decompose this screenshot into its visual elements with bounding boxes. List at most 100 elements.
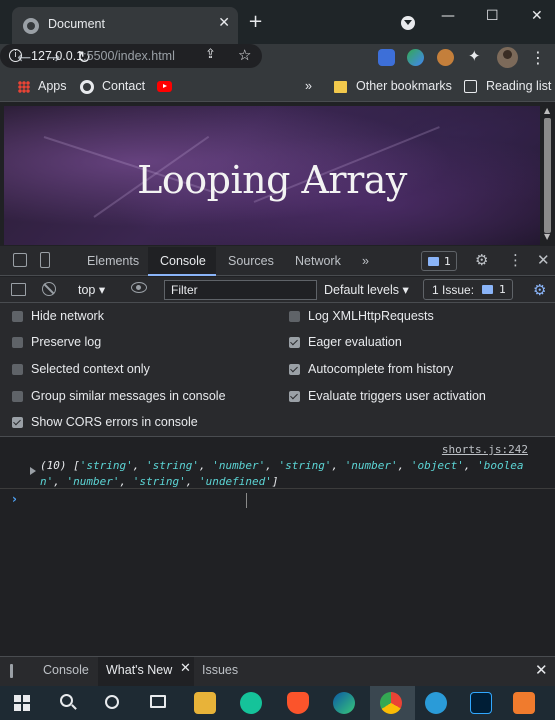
message-count: 1 <box>444 255 451 268</box>
address-bar[interactable]: i 127.0.0.1:5500/index.html ⇪ ☆ <box>0 44 262 68</box>
clear-console-icon[interactable] <box>42 282 56 296</box>
page-scrollbar[interactable]: ▲ ▼ <box>540 106 555 245</box>
hide-network-checkbox[interactable] <box>12 311 23 322</box>
drawer-tab-console[interactable]: Console <box>43 663 89 677</box>
youtube-icon[interactable] <box>157 81 172 92</box>
show-cors-checkbox[interactable] <box>12 417 23 428</box>
group-similar-label: Group similar messages in console <box>31 389 226 403</box>
tab-title: Document <box>48 17 105 31</box>
eager-evaluation-checkbox[interactable] <box>289 337 300 348</box>
tab-elements[interactable]: Elements <box>87 254 139 268</box>
array-item: 'string' <box>79 459 133 472</box>
message-icon <box>428 257 439 266</box>
drawer-close-icon[interactable]: ✕ <box>535 661 548 679</box>
autocomplete-history-checkbox[interactable] <box>289 364 300 375</box>
globe-icon <box>23 18 39 34</box>
issues-button[interactable]: 1 Issue: 1 <box>423 279 513 300</box>
extension-b-icon[interactable] <box>378 49 395 66</box>
devtools-close-icon[interactable]: ✕ <box>537 251 550 269</box>
device-toolbar-icon[interactable] <box>40 252 50 268</box>
bookmarks-overflow[interactable]: » <box>305 79 312 93</box>
bookmark-star-icon[interactable]: ☆ <box>238 46 251 64</box>
app-icon[interactable] <box>513 692 535 714</box>
devtools-tab-bar <box>0 246 555 276</box>
cookie-extension-icon[interactable] <box>437 49 454 66</box>
log-message[interactable]: (10) ['string', 'string', 'number', 'str… <box>40 458 535 489</box>
settings-gear-icon[interactable]: ⚙ <box>475 251 488 269</box>
scroll-down-arrow-icon[interactable]: ▼ <box>544 232 550 241</box>
windows-start-icon[interactable] <box>14 695 30 711</box>
issues-count: 1 <box>499 283 506 296</box>
tab-search-icon[interactable] <box>401 16 415 30</box>
apps-grid-icon <box>18 81 30 93</box>
array-comma: , <box>265 459 279 472</box>
chrome-icon[interactable] <box>380 692 402 714</box>
minimize-button[interactable]: — <box>441 8 455 24</box>
page-viewport: Looping Array <box>4 106 540 245</box>
brave-icon[interactable] <box>287 692 309 714</box>
selected-context-checkbox[interactable] <box>12 364 23 375</box>
expand-arrow-icon[interactable] <box>30 467 36 475</box>
ccleaner-icon[interactable] <box>425 692 447 714</box>
drawer-tab-issues[interactable]: Issues <box>202 663 238 677</box>
scroll-up-arrow-icon[interactable]: ▲ <box>544 106 550 115</box>
messages-badge[interactable]: 1 <box>421 251 457 271</box>
profile-avatar[interactable] <box>497 47 518 68</box>
console-settings-panel: Hide network Preserve log Selected conte… <box>0 303 555 437</box>
console-output[interactable]: shorts.js:242 (10) ['string', 'string', … <box>0 438 555 655</box>
browser-tab[interactable]: Document ✕ <box>12 7 238 44</box>
array-item: 'number' <box>66 474 120 488</box>
evaluate-triggers-checkbox[interactable] <box>289 391 300 402</box>
devtools-menu-icon[interactable]: ⋮ <box>508 251 523 269</box>
live-expression-eye-icon[interactable] <box>131 282 147 293</box>
reading-list-icon <box>464 80 477 93</box>
cortana-icon[interactable] <box>105 695 119 709</box>
array-comma: , <box>198 459 213 472</box>
log-xhr-checkbox[interactable] <box>289 311 300 322</box>
browser-menu-icon[interactable]: ⋮ <box>530 48 546 67</box>
share-icon[interactable]: ⇪ <box>205 47 216 62</box>
grammarly-icon[interactable] <box>240 692 262 714</box>
drawer-menu-icon[interactable] <box>10 664 13 678</box>
window-close-button[interactable]: ✕ <box>531 8 543 24</box>
drawer-tab-whats-new[interactable]: What's New <box>106 663 172 677</box>
group-similar-checkbox[interactable] <box>12 391 23 402</box>
issue-icon <box>482 285 493 294</box>
filter-input[interactable] <box>164 280 317 300</box>
sidebar-toggle-icon[interactable] <box>11 283 26 296</box>
extension-leaf-icon[interactable] <box>407 49 424 66</box>
new-tab-button[interactable]: + <box>248 11 263 32</box>
source-link[interactable]: shorts.js:242 <box>442 443 528 456</box>
array-comma: , <box>463 459 478 472</box>
task-view-icon[interactable] <box>150 695 166 708</box>
console-settings-gear-icon[interactable]: ⚙ <box>533 281 546 299</box>
bookmark-apps[interactable]: Apps <box>38 79 67 93</box>
tab-close-button[interactable]: ✕ <box>218 15 230 31</box>
tab-sources[interactable]: Sources <box>228 254 274 268</box>
bookmark-contact[interactable]: Contact <box>102 79 145 93</box>
file-explorer-icon[interactable] <box>194 692 216 714</box>
array-item: 'undefined' <box>198 474 272 488</box>
array-item: 'string' <box>278 459 332 472</box>
site-info-icon[interactable]: i <box>9 49 22 62</box>
log-xhr-label: Log XMLHttpRequests <box>308 309 434 323</box>
inspect-element-icon[interactable] <box>13 253 27 267</box>
edge-icon[interactable] <box>333 692 355 714</box>
tab-network[interactable]: Network <box>295 254 341 268</box>
console-prompt-icon[interactable]: › <box>12 492 17 506</box>
preserve-log-checkbox[interactable] <box>12 337 23 348</box>
array-comma: , <box>397 459 411 472</box>
taskbar-search-icon[interactable] <box>60 694 73 707</box>
log-levels-dropdown[interactable]: Default levels ▾ <box>324 282 409 297</box>
maximize-button[interactable]: ☐ <box>486 8 499 24</box>
more-tabs-button[interactable]: » <box>362 254 369 268</box>
tab-console[interactable]: Console <box>160 254 206 268</box>
context-select[interactable]: top ▾ <box>78 282 105 297</box>
bookmark-other[interactable]: Other bookmarks <box>356 79 452 93</box>
extensions-puzzle-icon[interactable]: ✦ <box>468 47 481 65</box>
array-item: 'number' <box>212 459 266 472</box>
reading-list-button[interactable]: Reading list <box>486 79 551 93</box>
photoshop-icon[interactable] <box>470 692 492 714</box>
scrollbar-thumb[interactable] <box>544 118 551 233</box>
whats-new-close-icon[interactable]: ✕ <box>180 661 191 676</box>
